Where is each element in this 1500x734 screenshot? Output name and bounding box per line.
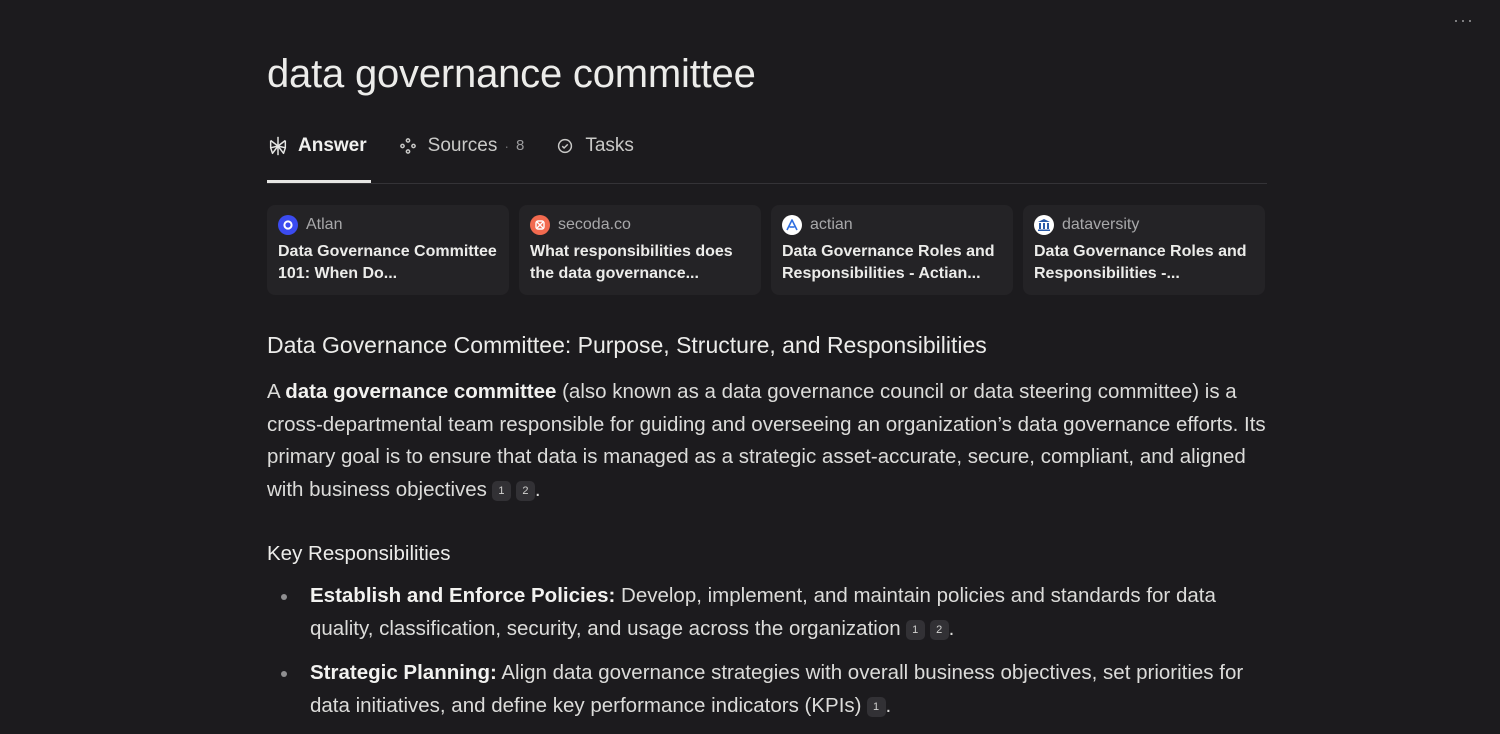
dataversity-icon	[1034, 215, 1054, 235]
source-card-actian[interactable]: actian Data Governance Roles and Respons…	[771, 205, 1013, 295]
tab-tasks[interactable]: Tasks	[554, 128, 634, 163]
source-card-dataversity[interactable]: dataversity Data Governance Roles and Re…	[1023, 205, 1265, 295]
source-site: dataversity	[1062, 216, 1140, 233]
citation-badge[interactable]: 1	[866, 696, 886, 717]
source-card-atlan[interactable]: Atlan Data Governance Committee 101: Whe…	[267, 205, 509, 295]
tab-sources-label: Sources	[427, 134, 498, 156]
citation-badge[interactable]: 1	[491, 480, 511, 501]
source-site: actian	[810, 216, 853, 233]
answer-body: Data Governance Committee: Purpose, Stru…	[267, 330, 1267, 734]
answer-intro: A data governance committee (also known …	[267, 380, 1266, 501]
tab-tasks-label: Tasks	[585, 134, 634, 156]
secoda-icon	[530, 215, 550, 235]
responsibilities-list: Establish and Enforce Policies: Develop,…	[267, 580, 1267, 722]
source-card-secoda[interactable]: secoda.co What responsibilities does the…	[519, 205, 761, 295]
page: ··· data governance committee Answer Sou…	[0, 0, 1500, 734]
intro-bold-term: data governance committee	[285, 380, 557, 403]
perplexity-icon	[269, 136, 287, 155]
source-title: Data Governance Committee 101: When Do..…	[278, 243, 497, 282]
more-options-button[interactable]: ···	[1453, 10, 1474, 31]
source-site: secoda.co	[558, 216, 631, 233]
source-title: Data Governance Roles and Responsibiliti…	[1034, 243, 1247, 282]
citation-badge[interactable]: 1	[905, 619, 925, 640]
tab-answer[interactable]: Answer	[267, 128, 371, 183]
tab-sources-separator: ·	[504, 137, 510, 154]
section-heading: Key Responsibilities	[267, 542, 451, 565]
tab-sources[interactable]: Sources · 8	[397, 128, 525, 163]
citation-badge[interactable]: 2	[515, 480, 535, 501]
actian-icon	[782, 215, 802, 235]
page-title: data governance committee	[267, 52, 756, 96]
source-cards: Atlan Data Governance Committee 101: Whe…	[267, 205, 1267, 295]
atlan-icon	[278, 215, 298, 235]
citation-badge[interactable]: 2	[929, 619, 949, 640]
sources-icon	[399, 137, 416, 154]
source-site: Atlan	[306, 216, 343, 233]
tab-sources-count: 8	[516, 137, 525, 154]
source-title: Data Governance Roles and Responsibiliti…	[782, 243, 995, 282]
tab-answer-label: Answer	[298, 134, 367, 156]
source-title: What responsibilities does the data gove…	[530, 243, 733, 282]
check-circle-icon	[558, 138, 573, 153]
list-item: Strategic Planning: Align data governanc…	[267, 657, 1267, 722]
tab-bar: Answer Sources · 8 Tasks	[267, 128, 1267, 184]
answer-heading: Data Governance Committee: Purpose, Stru…	[267, 332, 987, 358]
list-item: Establish and Enforce Policies: Develop,…	[267, 580, 1267, 645]
